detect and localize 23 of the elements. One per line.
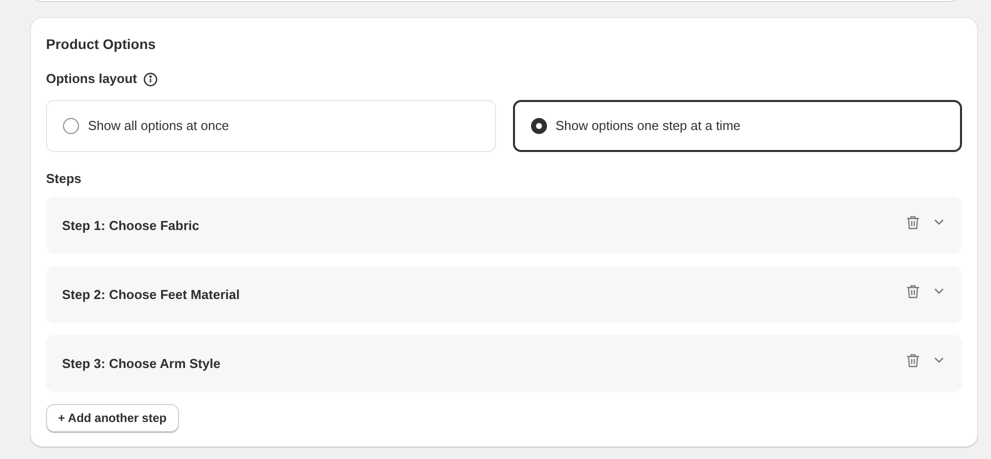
step-row[interactable]: Step 2: Choose Feet Material xyxy=(46,266,962,323)
trash-icon[interactable] xyxy=(906,352,920,368)
trash-icon[interactable] xyxy=(906,284,920,298)
step-title: Step 3: Choose Arm Style xyxy=(62,354,222,373)
chevron-icon[interactable] xyxy=(934,288,944,294)
step-row[interactable]: Step 3: Choose Arm Style xyxy=(46,335,962,392)
options-layout-label: Options layout xyxy=(46,71,137,87)
step-title: Step 1: Choose Fabric xyxy=(62,216,200,235)
add-step-button[interactable]: + Add another step xyxy=(46,404,179,432)
trash-icon[interactable] xyxy=(906,214,920,230)
option-label: Show options one step at a time xyxy=(556,117,741,136)
chevron-icon[interactable] xyxy=(934,357,944,363)
radio-button[interactable] xyxy=(530,118,546,134)
chevron-icon[interactable] xyxy=(934,219,944,225)
steps-label: Steps xyxy=(46,171,82,187)
layout-option[interactable]: Show all options at once xyxy=(46,100,496,152)
info-icon[interactable] xyxy=(143,72,158,86)
card-title: Product Options xyxy=(46,35,157,53)
layout-option[interactable]: Show options one step at a time xyxy=(512,100,962,152)
option-label: Show all options at once xyxy=(88,117,229,136)
step-row[interactable]: Step 1: Choose Fabric xyxy=(46,197,962,254)
radio-button[interactable] xyxy=(63,118,79,134)
step-title: Step 2: Choose Feet Material xyxy=(62,286,241,304)
